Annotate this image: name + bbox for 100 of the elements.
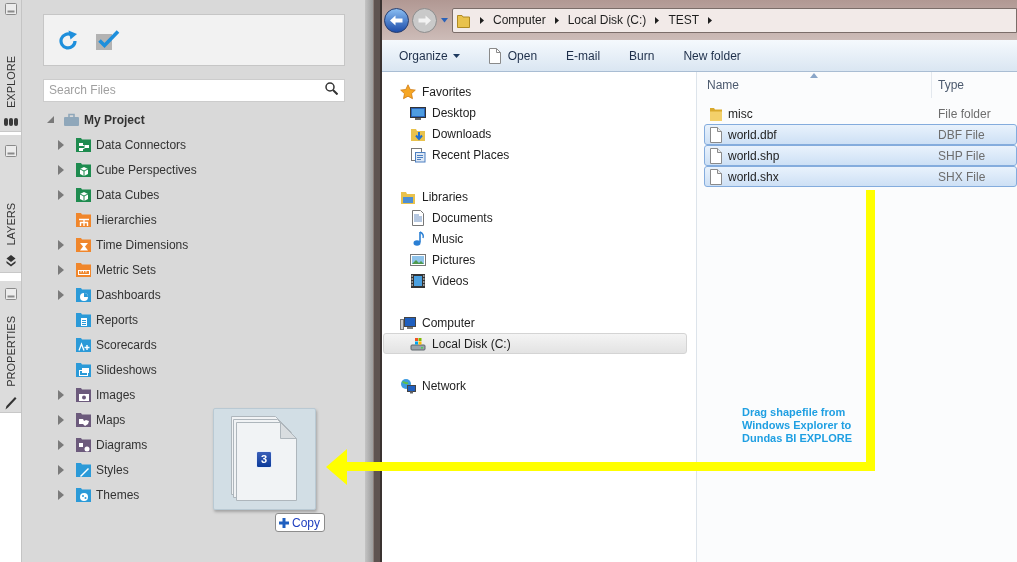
file-row[interactable]: world.shx SHX File: [704, 166, 1017, 187]
folder-icon: [457, 12, 470, 28]
nav-item[interactable]: Downloads: [383, 123, 687, 144]
nav-item[interactable]: Documents: [383, 207, 687, 228]
expand-arrow-icon[interactable]: [58, 264, 64, 275]
tree-item[interactable]: Reports: [58, 307, 139, 332]
checkbox-icon[interactable]: [96, 30, 120, 50]
network-globe-icon: [400, 377, 416, 394]
minimize-icon[interactable]: [4, 288, 17, 300]
desktop-icon: [410, 104, 426, 121]
breadcrumb-arrow-icon[interactable]: [708, 16, 713, 24]
toolbar-button[interactable]: Burn: [621, 43, 663, 68]
nav-item[interactable]: Pictures: [383, 249, 687, 270]
toolbar-button[interactable]: Organize: [391, 43, 468, 68]
expand-arrow-icon[interactable]: [58, 439, 64, 450]
blank-file-icon: [710, 147, 722, 164]
tree-item[interactable]: Data Cubes: [58, 182, 160, 207]
nav-item[interactable]: Network: [383, 375, 687, 396]
file-row[interactable]: misc File folder: [704, 103, 1017, 124]
tree-item[interactable]: Time Dimensions: [58, 232, 189, 257]
breadcrumb-item[interactable]: Computer: [493, 11, 546, 29]
nav-item[interactable]: Recent Places: [383, 144, 687, 165]
film-icon: [410, 272, 426, 289]
file-name: world.shp: [728, 147, 780, 165]
expand-arrow-icon[interactable]: [58, 289, 64, 300]
nav-item[interactable]: Computer: [383, 312, 687, 333]
expand-arrow-icon[interactable]: [58, 189, 64, 200]
expand-arrow-icon[interactable]: [58, 239, 64, 250]
toolbar-button[interactable]: New folder: [675, 43, 749, 68]
file-type: File folder: [937, 105, 991, 123]
file-name: world.dbf: [728, 126, 777, 144]
tree-item[interactable]: Themes: [58, 482, 140, 507]
address-bar[interactable]: Computer Local Disk (C:) TEST: [452, 7, 1017, 33]
nav-item[interactable]: Desktop: [383, 102, 687, 123]
column-header[interactable]: Name: [697, 72, 931, 98]
nav-item[interactable]: Libraries: [383, 186, 687, 207]
nav-item[interactable]: Local Disk (C:): [383, 333, 687, 354]
file-name: misc: [728, 105, 753, 123]
tree-item[interactable]: Data Connectors: [58, 132, 187, 157]
document-icon: [488, 47, 501, 64]
breadcrumb-arrow-icon[interactable]: [480, 16, 484, 24]
count-badge: 3: [256, 451, 272, 468]
file-name: world.shx: [728, 168, 779, 186]
expand-arrow-icon[interactable]: [58, 164, 64, 175]
breadcrumb-arrow-icon[interactable]: [655, 16, 660, 24]
tree-item[interactable]: Scorecards: [58, 332, 157, 357]
picture-icon: [410, 251, 426, 268]
refresh-icon[interactable]: [58, 30, 78, 50]
minimize-icon[interactable]: [4, 3, 17, 15]
toolbar-button[interactable]: E-mail: [558, 43, 609, 68]
search-field[interactable]: Search Files: [43, 78, 345, 102]
folder-icon: [710, 105, 722, 122]
expand-arrow-icon[interactable]: [58, 389, 64, 400]
toolbar-button[interactable]: Open: [480, 43, 546, 68]
column-header[interactable]: Type: [931, 72, 1017, 98]
side-tab[interactable]: PROPERTIES: [0, 281, 21, 413]
stack-icon: [3, 117, 18, 127]
tree-item[interactable]: Diagrams: [58, 432, 148, 457]
expand-arrow-icon[interactable]: [58, 414, 64, 425]
blank-file-icon: [710, 126, 722, 143]
breadcrumb-arrow-icon[interactable]: [554, 16, 559, 24]
tree-item[interactable]: Cube Perspectives: [58, 157, 197, 182]
drive-icon: [410, 335, 426, 352]
caret-icon: [452, 53, 460, 58]
briefcase-icon: [64, 113, 79, 126]
tree-item[interactable]: Metric Sets: [58, 257, 156, 282]
expand-arrow-icon[interactable]: [58, 464, 64, 475]
minimize-icon[interactable]: [4, 145, 17, 157]
expand-arrow-icon[interactable]: [58, 139, 64, 150]
file-row[interactable]: world.shp SHP File: [704, 145, 1017, 166]
tree-item[interactable]: Slideshows: [58, 357, 157, 382]
plus-icon: [279, 517, 289, 528]
expand-arrow-icon[interactable]: [58, 489, 64, 500]
expand-arrow-icon[interactable]: [47, 116, 54, 123]
pages-icon: [231, 416, 298, 502]
search-icon[interactable]: [325, 82, 338, 95]
side-tab[interactable]: LAYERS: [0, 135, 21, 273]
blank-file-icon: [710, 168, 722, 185]
caret-icon[interactable]: [441, 17, 448, 23]
tree-item[interactable]: Maps: [58, 407, 126, 432]
tree-item[interactable]: My Project: [47, 107, 145, 132]
tree-item[interactable]: Hierarchies: [58, 207, 157, 232]
breadcrumb-item[interactable]: Local Disk (C:): [567, 11, 647, 29]
side-tab[interactable]: EXPLORE: [0, 0, 21, 132]
tree-item[interactable]: Styles: [58, 457, 129, 482]
tooltip-label: Copy: [292, 514, 320, 532]
back-button-icon[interactable]: [384, 7, 409, 33]
computer-icon: [400, 314, 416, 331]
nav-item[interactable]: Videos: [383, 270, 687, 291]
file-type: DBF File: [937, 126, 985, 144]
tree-item[interactable]: Dashboards: [58, 282, 161, 307]
documents-icon: [410, 209, 426, 226]
annotation-text: Drag shapefile from Windows Explorer to Dundas BI EXPLORE: [742, 406, 853, 445]
file-row[interactable]: world.dbf DBF File: [704, 124, 1017, 145]
nav-item[interactable]: Favorites: [383, 81, 687, 102]
tree-item[interactable]: Images: [58, 382, 136, 407]
recent-places-icon: [410, 146, 426, 163]
breadcrumb-item[interactable]: TEST: [668, 11, 700, 29]
pen-icon: [4, 396, 17, 410]
nav-item[interactable]: Music: [383, 228, 687, 249]
